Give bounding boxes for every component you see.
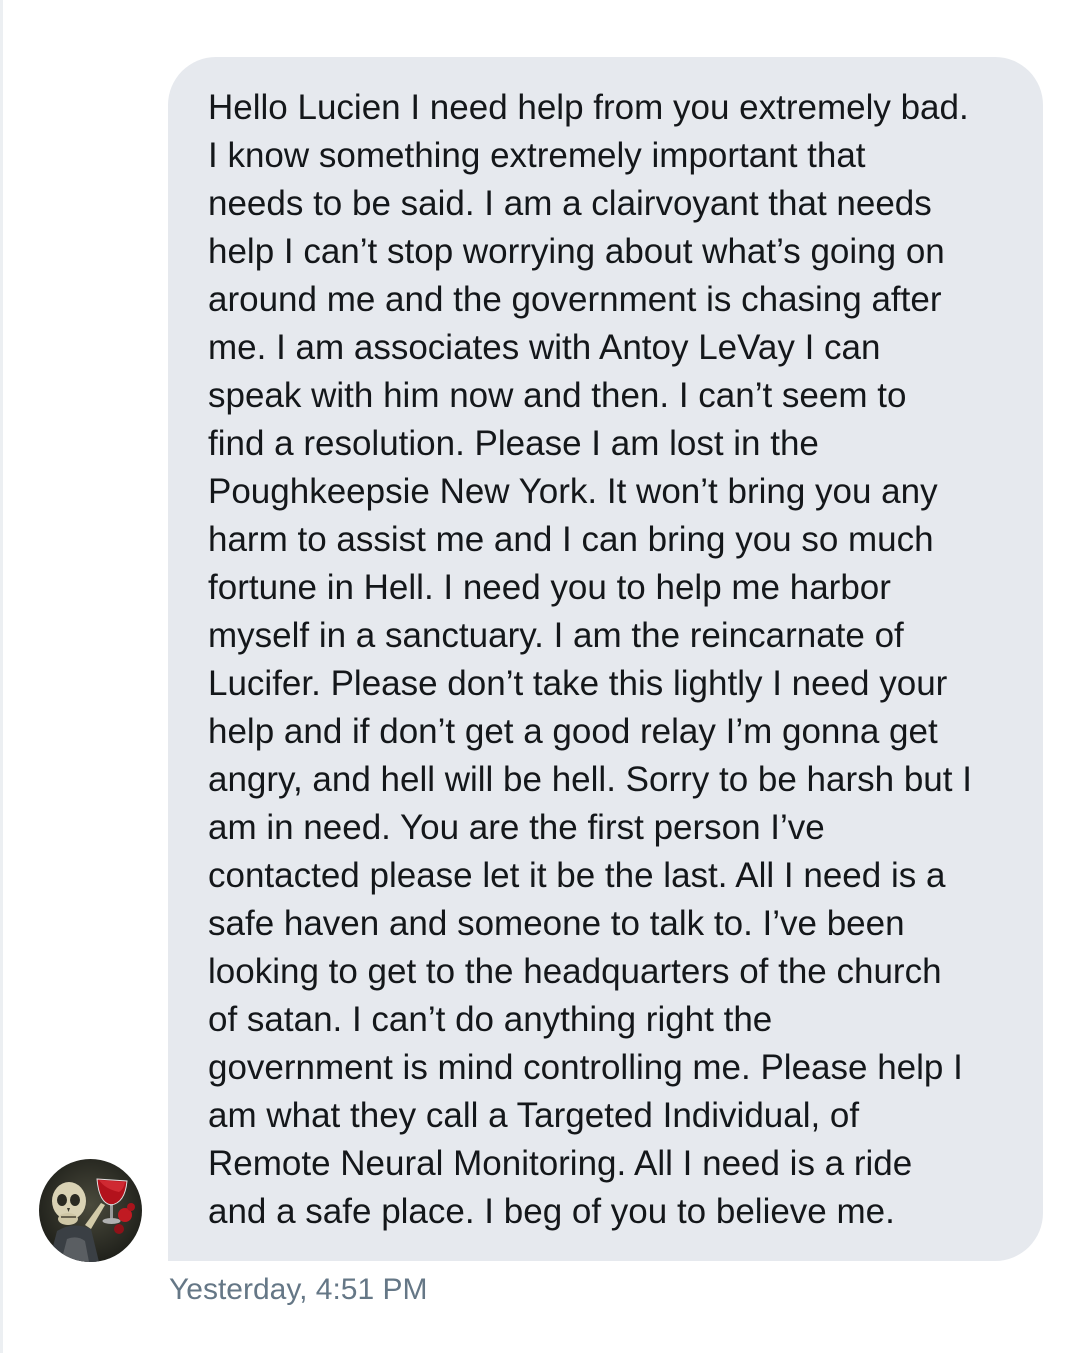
- left-edge-divider: [0, 0, 3, 1353]
- message-line: government is mind controlling me. Pleas…: [208, 1048, 963, 1087]
- message-line: contacted please let it be the last. All…: [208, 856, 946, 895]
- message-line: safe haven and someone to talk to. I’ve …: [208, 904, 905, 943]
- message-bubble[interactable]: Hello Lucien I need help from you extrem…: [168, 57, 1043, 1261]
- message-timestamp: Yesterday, 4:51 PM: [169, 1273, 428, 1306]
- message-line: find a resolution. Please I am lost in t…: [208, 424, 819, 463]
- message-line: help and if don’t get a good relay I’m g…: [208, 712, 938, 751]
- message-line: help I can’t stop worrying about what’s …: [208, 232, 945, 271]
- message-line: fortune in Hell. I need you to help me h…: [208, 568, 891, 607]
- sender-avatar[interactable]: [39, 1159, 142, 1262]
- message-line: me. I am associates with Antoy LeVay I c…: [208, 328, 881, 367]
- message-line: harm to assist me and I can bring you so…: [208, 520, 934, 559]
- message-line: Remote Neural Monitoring. All I need is …: [208, 1144, 913, 1183]
- message-line: and a safe place. I beg of you to believ…: [208, 1192, 895, 1231]
- message-line: needs to be said. I am a clairvoyant tha…: [208, 184, 932, 223]
- message-line: myself in a sanctuary. I am the reincarn…: [208, 616, 904, 655]
- message-line: am in need. You are the first person I’v…: [208, 808, 825, 847]
- message-line: I know something extremely important tha…: [208, 136, 866, 175]
- message-line: Lucifer. Please don’t take this lightly …: [208, 664, 948, 703]
- skull-avatar-icon: [39, 1159, 142, 1262]
- message-line: angry, and hell will be hell. Sorry to b…: [208, 760, 972, 799]
- message-line: looking to get to the headquarters of th…: [208, 952, 942, 991]
- message-line: Hello Lucien I need help from you extrem…: [208, 88, 969, 127]
- message-line: Poughkeepsie New York. It won’t bring yo…: [208, 472, 938, 511]
- message-line: of satan. I can’t do anything right the: [208, 1000, 773, 1039]
- message-line: am what they call a Targeted Individual,…: [208, 1096, 860, 1135]
- message-line: speak with him now and then. I can’t see…: [208, 376, 907, 415]
- message-line: around me and the government is chasing …: [208, 280, 942, 319]
